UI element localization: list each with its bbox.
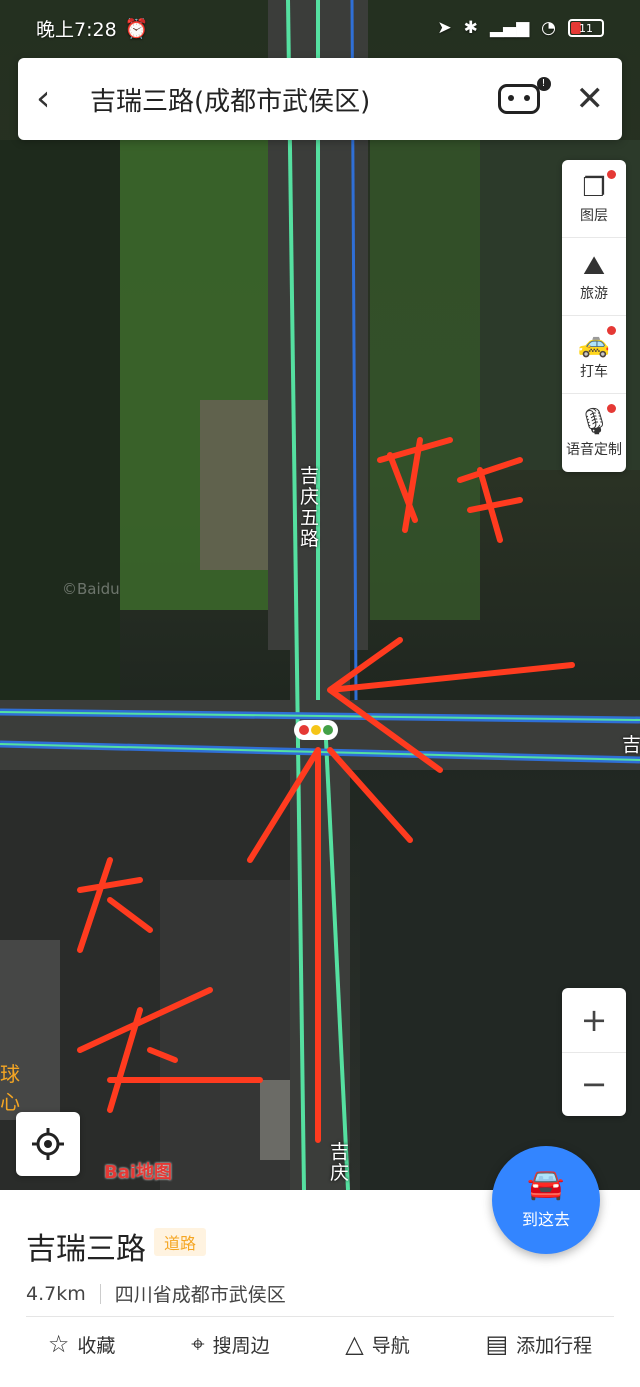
bluetooth-icon: ✱ [463, 18, 478, 38]
place-meta: 4.7km 四川省成都市武侯区 [26, 1280, 286, 1307]
place-distance: 4.7km [26, 1282, 86, 1305]
zoom-controls: + − [562, 988, 626, 1116]
calendar-icon: ▤ [485, 1330, 509, 1358]
place-type-badge: 道路 [154, 1228, 207, 1256]
close-icon[interactable]: ✕ [576, 82, 605, 116]
microphone-icon: 🎙 [577, 407, 611, 437]
road-label-east: 吉 [622, 734, 640, 756]
zoom-in-button[interactable]: + [562, 988, 626, 1053]
layers-icon: ❐ [582, 172, 606, 203]
map-watermark: ©Baidu [62, 580, 120, 598]
tool-travel[interactable]: ⛰ 旅游 [562, 238, 626, 316]
road-label-south: 吉庆 [330, 1141, 350, 1184]
alarm-icon: ⏰ [124, 17, 149, 40]
location-arrow-icon: ➤ [437, 18, 452, 38]
navigation-icon: △ [345, 1330, 364, 1358]
favorite-button[interactable]: ☆ 收藏 [48, 1330, 116, 1358]
tool-voice[interactable]: 🎙 语音定制 [562, 394, 626, 472]
status-time: 晚上7:28 [36, 18, 117, 41]
place-name: 吉瑞三路 [26, 1232, 146, 1267]
road-label-north: 吉庆五路 [300, 465, 320, 550]
signal-icon: ▂▄▆ [489, 18, 530, 38]
taxi-icon: 🚕 [577, 328, 611, 359]
navigation-button[interactable]: △ 导航 [345, 1330, 409, 1358]
add-trip-button[interactable]: ▤ 添加行程 [485, 1330, 592, 1358]
search-title[interactable]: 吉瑞三路(成都市武侯区) [76, 81, 498, 118]
tool-layers[interactable]: ❐ 图层 [562, 160, 626, 238]
travel-icon: ⛰ [583, 250, 605, 281]
tool-taxi[interactable]: 🚕 打车 [562, 316, 626, 394]
location-pin-icon: ⌖ [191, 1330, 205, 1358]
car-icon: 🚘 [527, 1167, 565, 1202]
satellite-map[interactable]: 吉庆五路 吉庆 吉 ©Baidu 球心 [0, 0, 640, 1190]
locate-button[interactable] [16, 1112, 80, 1176]
search-header[interactable]: ‹ 吉瑞三路(成都市武侯区) ! ✕ [18, 58, 622, 140]
search-nearby-button[interactable]: ⌖ 搜周边 [191, 1330, 270, 1358]
status-bar: 晚上7:28 ⏰ ➤ ✱ ▂▄▆ ◔ 11 [0, 0, 640, 56]
wifi-icon: ◔ [541, 18, 556, 38]
crosshair-icon [32, 1128, 64, 1160]
star-icon: ☆ [47, 1330, 70, 1358]
go-here-button[interactable]: 🚘 到这去 [492, 1146, 600, 1254]
action-bar: ☆ 收藏 ⌖ 搜周边 △ 导航 ▤ 添加行程 [0, 1330, 640, 1358]
battery-icon: 11 [568, 19, 604, 37]
place-address: 四川省成都市武侯区 [114, 1284, 286, 1306]
back-icon[interactable]: ‹ [36, 81, 76, 117]
edge-text: 球心 [0, 1062, 20, 1114]
zoom-out-button[interactable]: − [562, 1053, 626, 1117]
assistant-robot-icon[interactable]: ! [497, 77, 551, 114]
baidu-map-logo: Bai地图 [104, 1162, 173, 1183]
divider [26, 1316, 614, 1317]
map-tools: ❐ 图层 ⛰ 旅游 🚕 打车 🎙 语音定制 [562, 160, 626, 472]
